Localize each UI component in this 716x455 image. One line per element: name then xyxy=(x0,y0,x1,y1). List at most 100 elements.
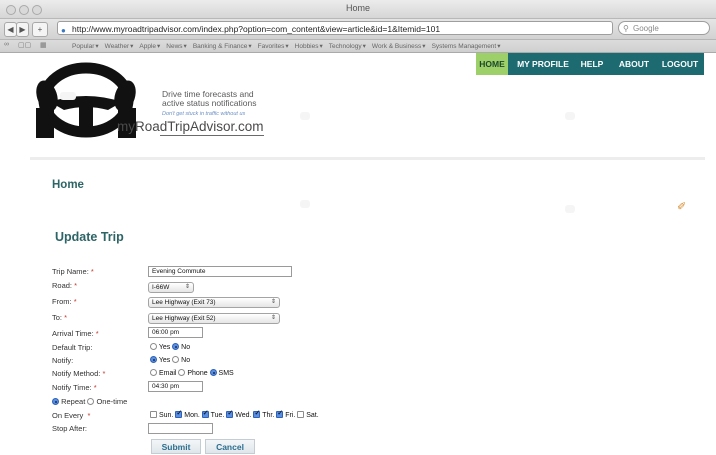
default-trip-yes-radio[interactable] xyxy=(150,343,157,350)
page-title: Home xyxy=(52,179,84,191)
bookmark-item[interactable]: Popular xyxy=(72,43,94,50)
default-trip-no-radio[interactable] xyxy=(172,343,180,350)
notify-time-label: Notify Time: * xyxy=(52,383,97,392)
section-title: Update Trip xyxy=(55,230,124,244)
nav-help[interactable]: HELP xyxy=(577,53,607,75)
tagline-line-2: active status notifications xyxy=(162,98,257,108)
top-sites-icon[interactable]: ▦ xyxy=(40,41,47,49)
default-trip-options: Yes No xyxy=(150,343,190,352)
nav-about[interactable]: ABOUT xyxy=(616,53,652,75)
bookmark-item[interactable]: Apple xyxy=(139,43,156,50)
bookmark-item[interactable]: Systems Management xyxy=(432,43,497,50)
bookmark-dropdown-icon[interactable]: ▾ xyxy=(422,43,425,50)
search-icon: ⚲ xyxy=(623,24,629,33)
day-sun-checkbox[interactable] xyxy=(150,411,157,418)
trip-name-label: Trip Name: * xyxy=(52,267,94,276)
watermark-mark xyxy=(300,200,310,208)
bookmark-dropdown-icon[interactable]: ▾ xyxy=(248,43,251,50)
from-select[interactable]: Lee Highway (Exit 73) ⇕ xyxy=(148,297,280,308)
repeat-radio[interactable] xyxy=(52,398,59,405)
notify-time-input[interactable]: 04:30 pm xyxy=(148,381,203,392)
day-thr-checkbox[interactable] xyxy=(253,409,261,418)
to-label: To: * xyxy=(52,313,68,322)
plus-icon: + xyxy=(37,25,43,34)
notify-label: Notify: xyxy=(52,356,74,365)
search-placeholder: Google xyxy=(633,24,659,33)
forward-button[interactable]: ▶ xyxy=(16,22,29,37)
globe-icon: ● xyxy=(61,26,66,35)
watermark-mark xyxy=(300,112,310,120)
arrival-time-input[interactable]: 06:00 pm xyxy=(148,327,203,338)
day-fri-checkbox[interactable] xyxy=(276,409,284,418)
bookmark-dropdown-icon[interactable]: ▾ xyxy=(285,43,288,50)
window-title: Home xyxy=(345,3,370,13)
bookmark-dropdown-icon[interactable]: ▾ xyxy=(130,43,133,50)
cancel-button[interactable]: Cancel xyxy=(205,439,255,454)
bookmarks-bar: ∞ ▢▢ ▦ Popular▾ Weather▾ Apple▾ News▾ Bankin… xyxy=(0,40,716,53)
notify-options: Yes No xyxy=(150,356,190,365)
site-name[interactable]: myRoadTripAdvisor.com xyxy=(117,119,264,134)
bookmark-item[interactable]: Work & Business xyxy=(372,43,421,50)
stop-after-input[interactable] xyxy=(148,423,213,434)
bookmark-dropdown-icon[interactable]: ▾ xyxy=(184,43,187,50)
trip-name-input[interactable]: Evening Commute xyxy=(148,266,292,277)
notify-yes-radio[interactable] xyxy=(150,356,157,363)
day-wed-checkbox[interactable] xyxy=(226,409,234,418)
reading-list-icon[interactable]: ∞ xyxy=(4,41,9,48)
weekday-checkboxes: Sun. Mon. Tue. Wed. Thr. Fri. Sat. xyxy=(150,409,319,420)
submit-button[interactable]: Submit xyxy=(151,439,201,454)
notify-email-radio[interactable] xyxy=(150,369,157,376)
road-select[interactable]: I-66W ⇕ xyxy=(148,282,194,293)
watermark-mark xyxy=(60,92,76,100)
bookmark-dropdown-icon[interactable]: ▾ xyxy=(363,43,366,50)
bookmarks-icon[interactable]: ▢▢ xyxy=(18,41,31,49)
watermark-mark xyxy=(565,205,575,213)
notify-method-options: Email Phone SMS xyxy=(150,369,234,378)
bookmark-item[interactable]: Hobbies xyxy=(295,43,319,50)
bookmark-dropdown-icon[interactable]: ▾ xyxy=(157,43,160,50)
default-trip-label: Default Trip: xyxy=(52,343,93,352)
site-name-underline xyxy=(160,135,264,136)
tagline: Drive time forecasts and active status n… xyxy=(162,90,257,108)
day-mon-checkbox[interactable] xyxy=(175,409,183,418)
arrival-time-label: Arrival Time: * xyxy=(52,329,99,338)
nav-my-profile[interactable]: MY PROFILE xyxy=(512,53,574,75)
notify-method-label: Notify Method: * xyxy=(52,369,106,378)
pdf-icon[interactable]: ✐ xyxy=(677,200,686,213)
browser-toolbar: ◀ ▶ + ● http://www.myroadtripadvisor.com… xyxy=(0,19,716,40)
notify-no-radio[interactable] xyxy=(172,356,180,363)
address-bar[interactable]: ● http://www.myroadtripadvisor.com/index… xyxy=(57,21,613,35)
url-text: http://www.myroadtripadvisor.com/index.p… xyxy=(72,24,441,34)
frequency-options: Repeat One-time xyxy=(52,397,127,406)
onetime-radio[interactable] xyxy=(87,398,95,405)
to-select[interactable]: Lee Highway (Exit 52) ⇕ xyxy=(148,313,280,324)
notify-phone-radio[interactable] xyxy=(178,369,186,376)
search-input[interactable]: ⚲ Google xyxy=(618,21,710,35)
day-tue-checkbox[interactable] xyxy=(201,409,209,418)
main-navigation: HOME MY PROFILE HELP ABOUT LOGOUT xyxy=(476,53,704,75)
nav-home[interactable]: HOME xyxy=(476,53,508,75)
forward-icon: ▶ xyxy=(19,25,26,34)
bookmark-item[interactable]: Technology xyxy=(329,43,362,50)
add-bookmark-button[interactable]: + xyxy=(32,22,48,37)
window-titlebar: Home xyxy=(0,0,716,19)
back-icon: ◀ xyxy=(7,25,14,34)
bookmark-item[interactable]: Banking & Finance xyxy=(193,43,248,50)
nav-logout[interactable]: LOGOUT xyxy=(658,53,702,75)
stop-after-label: Stop After: xyxy=(52,424,88,433)
bookmark-dropdown-icon[interactable]: ▾ xyxy=(320,43,323,50)
road-label: Road: * xyxy=(52,281,78,290)
bookmark-item[interactable]: Weather xyxy=(105,43,129,50)
watermark-mark xyxy=(565,112,575,120)
bookmark-dropdown-icon[interactable]: ▾ xyxy=(497,43,500,50)
bookmark-dropdown-icon[interactable]: ▾ xyxy=(95,43,98,50)
day-sat-checkbox[interactable] xyxy=(297,411,305,418)
select-arrows-icon: ⇕ xyxy=(270,299,276,305)
on-every-label: On Every * xyxy=(52,411,91,420)
select-arrows-icon: ⇕ xyxy=(270,315,276,321)
header-divider xyxy=(30,157,705,160)
bookmark-item[interactable]: Favorites xyxy=(258,43,285,50)
notify-sms-radio[interactable] xyxy=(209,369,217,376)
bookmark-item[interactable]: News xyxy=(166,43,182,50)
bookmark-list: Popular▾ Weather▾ Apple▾ News▾ Banking & Fin… xyxy=(72,42,507,50)
